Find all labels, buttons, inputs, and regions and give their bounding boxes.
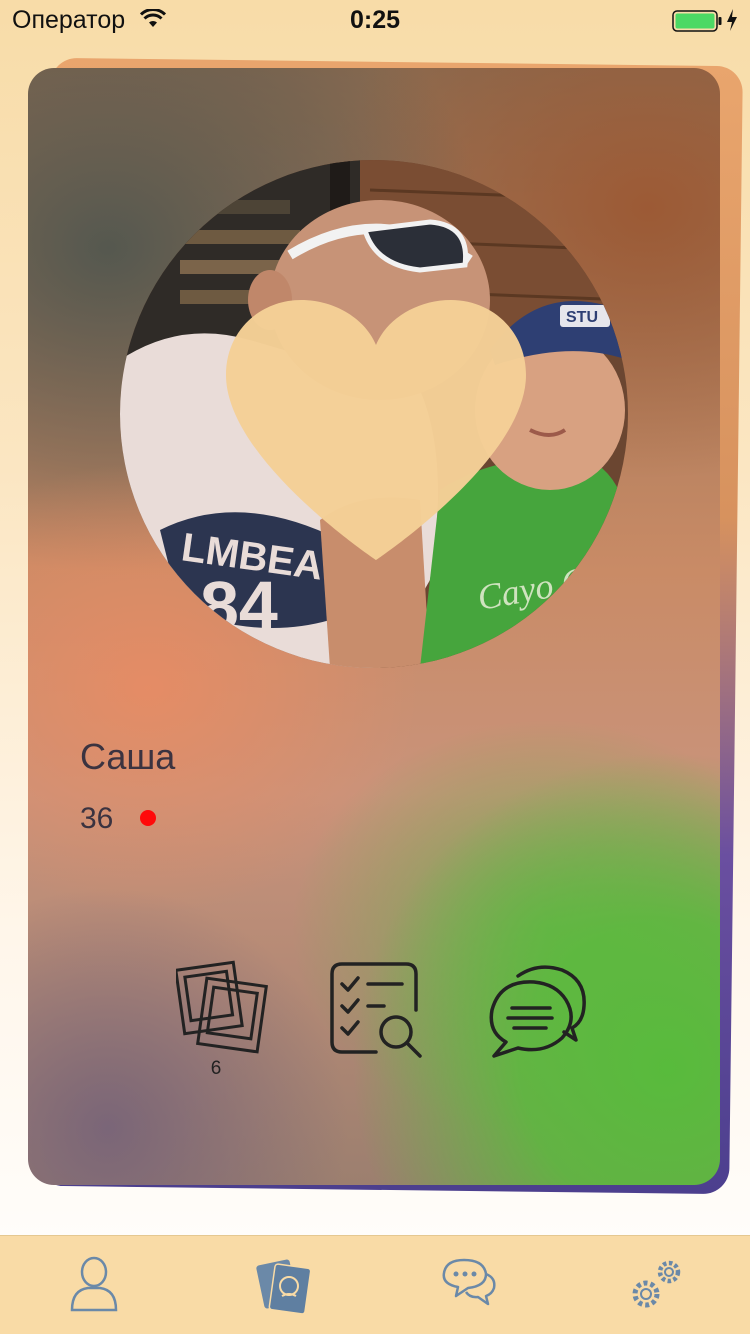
svg-text:84: 84	[200, 567, 278, 645]
photos-icon	[174, 960, 268, 1054]
svg-text:STU: STU	[566, 309, 598, 326]
tab-bar	[0, 1235, 750, 1334]
tab-settings[interactable]	[626, 1256, 686, 1317]
settings-icon	[632, 1260, 681, 1308]
profile-card[interactable]: LMBEACH 84 Cayo Co STU Саша 36 6	[28, 68, 720, 1185]
photos-count: 6	[210, 1058, 222, 1079]
charging-icon	[726, 8, 738, 37]
questionnaire-button[interactable]	[328, 960, 424, 1060]
photos-button[interactable]	[174, 960, 272, 1060]
status-bar: Оператор 0:25	[0, 0, 750, 40]
profile-icon	[70, 1256, 118, 1312]
status-time: 0:25	[349, 6, 401, 34]
tab-messages[interactable]	[440, 1256, 498, 1311]
tab-profile[interactable]	[70, 1256, 118, 1317]
questionnaire-search-icon	[330, 962, 422, 1058]
heart-overlay-icon	[226, 300, 526, 567]
chat-icon	[489, 965, 586, 1058]
profile-name: Саша	[80, 736, 176, 777]
profile-age: 36	[80, 802, 114, 835]
tab-cards[interactable]	[254, 1256, 314, 1321]
cards-icon	[256, 1259, 312, 1315]
messages-icon	[442, 1258, 496, 1306]
online-status-dot	[140, 810, 156, 826]
chat-button[interactable]	[488, 962, 588, 1058]
battery-icon	[672, 10, 722, 37]
